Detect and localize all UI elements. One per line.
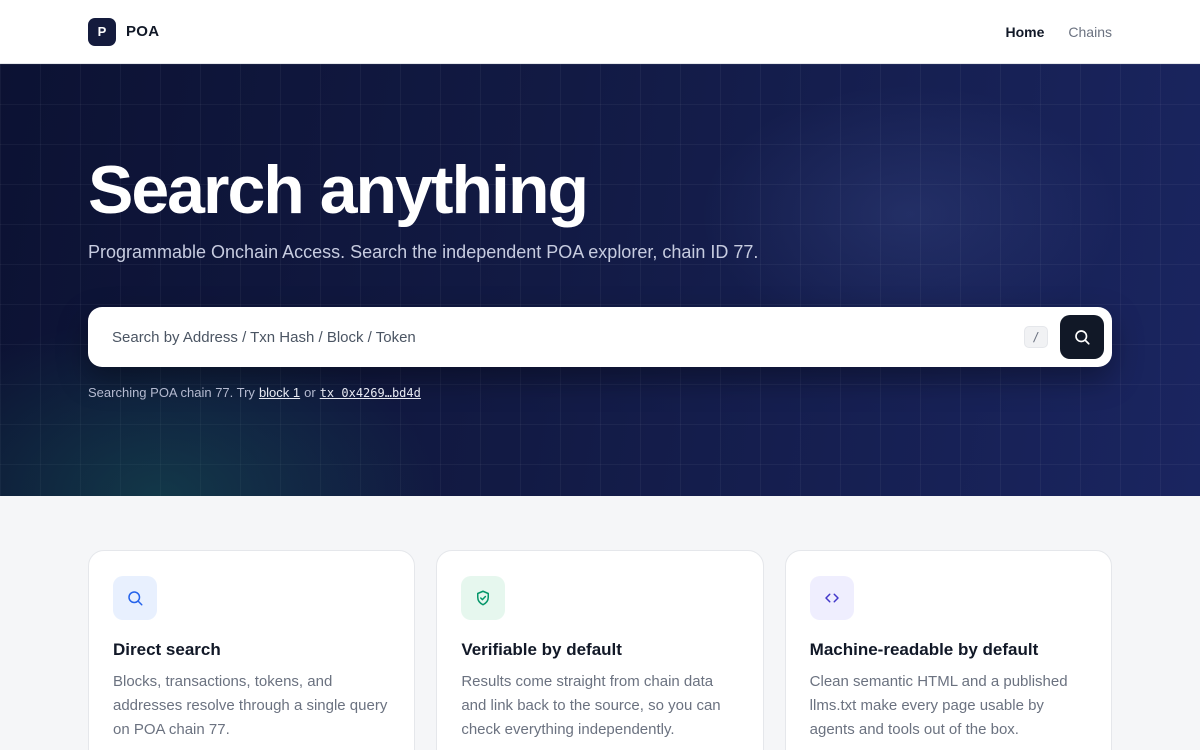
search-bar: /	[88, 307, 1112, 367]
feature-card-direct-search: Direct search Blocks, transactions, toke…	[88, 550, 416, 750]
feature-title: Direct search	[113, 640, 221, 659]
nav-chains-link[interactable]: Chains	[1068, 24, 1112, 40]
keyboard-shortcut-hint: /	[1024, 326, 1048, 348]
example-tx-link[interactable]: tx 0x4269…bd4d	[320, 386, 421, 400]
top-navbar: P POA Home Chains	[0, 0, 1200, 64]
feature-card-verifiable: Verifiable by default Results come strai…	[436, 550, 764, 750]
search-icon	[1075, 330, 1090, 345]
search-input[interactable]	[112, 328, 1024, 346]
feature-icon-badge	[461, 576, 506, 620]
search-hint-prefix: Searching POA chain 77. Try	[88, 385, 255, 400]
logo-mark: P	[88, 17, 116, 46]
features-section: Direct search Blocks, transactions, toke…	[0, 496, 1200, 750]
search-hint-separator: or	[304, 385, 316, 400]
feature-description: Blocks, transactions, tokens, and addres…	[113, 673, 388, 738]
hero-subtitle: Programmable Onchain Access. Search the …	[88, 242, 759, 262]
search-icon	[128, 591, 143, 606]
main-nav: Home Chains	[1006, 24, 1113, 40]
feature-description: Clean semantic HTML and a published llms…	[809, 673, 1068, 738]
feature-title: Verifiable by default	[461, 640, 622, 659]
nav-home-link[interactable]: Home	[1006, 24, 1045, 40]
hero-content: Search anything Programmable Onchain Acc…	[0, 64, 1200, 400]
feature-icon-badge	[113, 576, 157, 620]
brand-name: POA	[126, 23, 160, 40]
search-hint: Searching POA chain 77. Try block 1 or t…	[88, 385, 1112, 400]
feature-card-machine-readable: Machine-readable by default Clean semant…	[784, 550, 1112, 750]
feature-icon-badge	[809, 576, 854, 620]
hero-title: Search anything	[88, 152, 589, 228]
search-button[interactable]	[1060, 315, 1104, 359]
example-block-link[interactable]: block 1	[259, 385, 300, 400]
feature-description: Results come straight from chain data an…	[461, 673, 721, 738]
feature-title: Machine-readable by default	[809, 640, 1039, 659]
brand-logo-link[interactable]: P POA	[88, 17, 160, 46]
code-icon	[824, 593, 839, 603]
hero-section: Search anything Programmable Onchain Acc…	[0, 64, 1200, 496]
shield-check-icon	[477, 590, 490, 606]
